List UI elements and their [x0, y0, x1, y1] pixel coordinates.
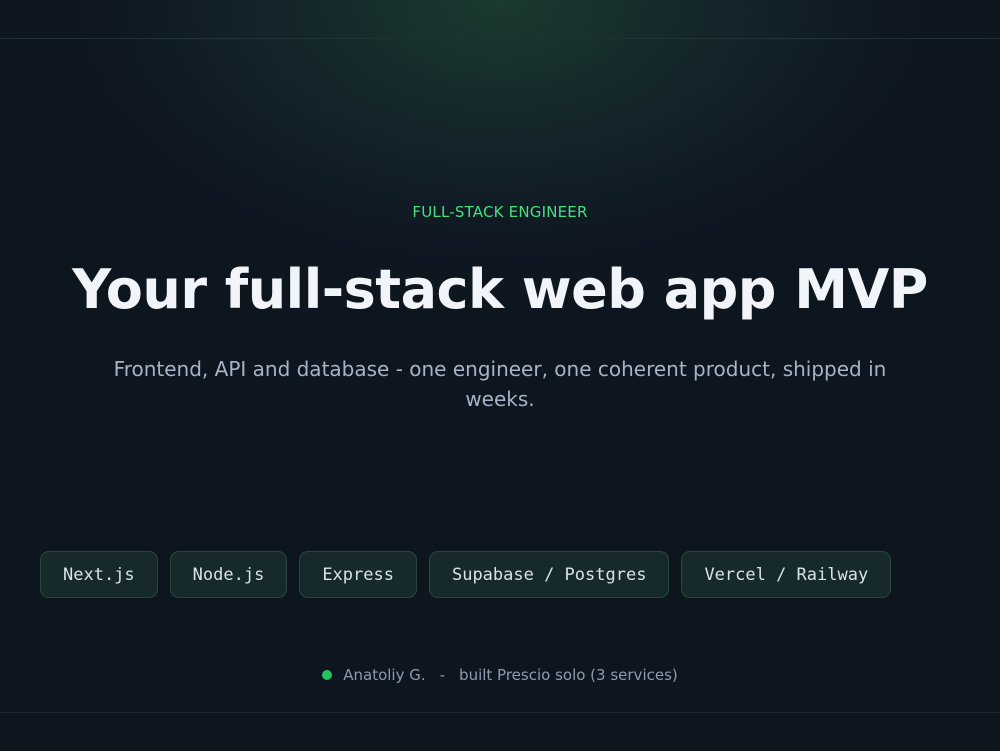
byline-separator: - — [439, 666, 446, 684]
eyebrow-label: FULL-STACK ENGINEER — [412, 203, 588, 221]
tech-chip-vercel-railway: Vercel / Railway — [681, 551, 892, 598]
tech-chip-express: Express — [299, 551, 417, 598]
tech-chip-nodejs: Node.js — [169, 551, 288, 598]
footer-divider — [0, 712, 1000, 713]
page-title: Your full-stack web app MVP — [72, 258, 928, 321]
status-dot-icon — [322, 670, 333, 680]
author-name: Anatoliy G. — [343, 666, 426, 684]
author-byline: Anatoliy G. - built Prescio solo (3 serv… — [0, 666, 1000, 684]
header-divider — [0, 38, 1000, 39]
tech-chip-nextjs: Next.js — [40, 551, 158, 598]
hero-subtitle: Frontend, API and database - one enginee… — [113, 357, 887, 411]
author-note: built Prescio solo (3 services) — [459, 666, 678, 684]
tech-chip-supabase-postgres: Supabase / Postgres — [428, 551, 670, 598]
tech-stack-list: Next.js Node.js Express Supabase / Postg… — [40, 551, 892, 598]
